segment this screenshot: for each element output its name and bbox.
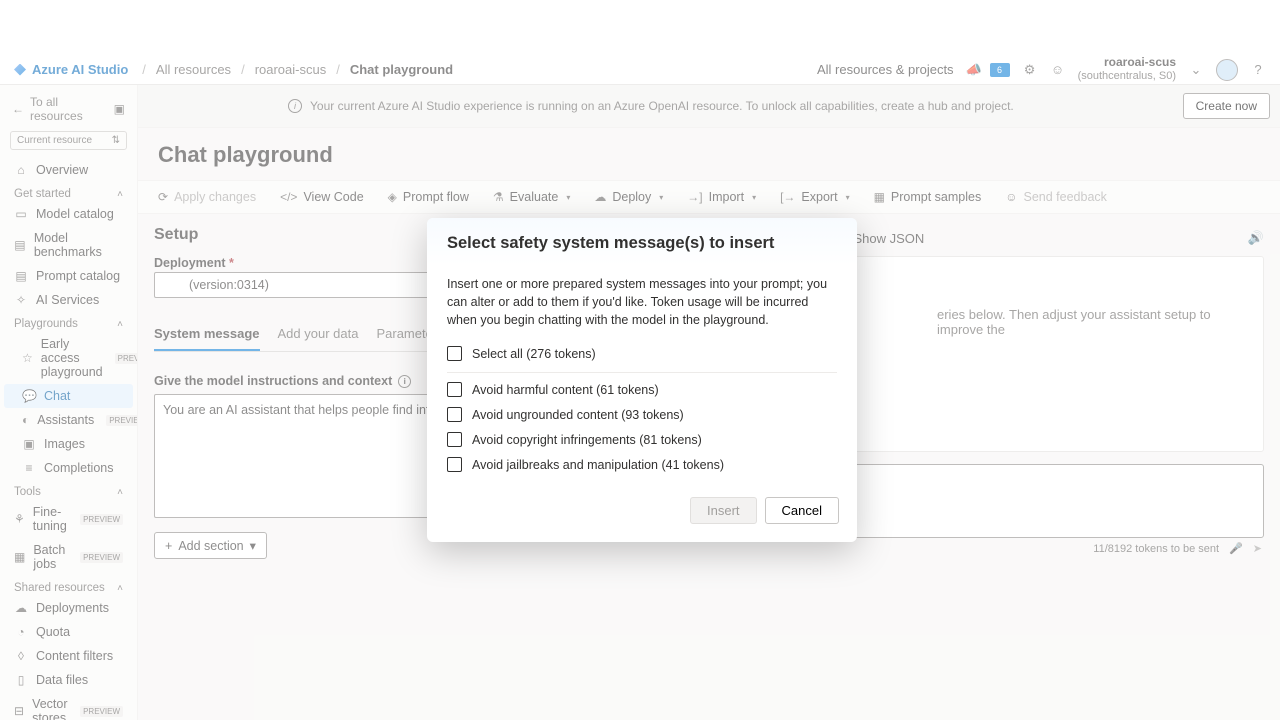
option-jailbreak[interactable]: Avoid jailbreaks and manipulation (41 to… — [447, 452, 837, 477]
label: Avoid jailbreaks and manipulation (41 to… — [472, 458, 724, 472]
checkbox[interactable] — [447, 346, 462, 361]
select-all-label: Select all (276 tokens) — [472, 347, 596, 361]
safety-messages-modal: Select safety system message(s) to inser… — [427, 218, 857, 542]
option-ungrounded[interactable]: Avoid ungrounded content (93 tokens) — [447, 402, 837, 427]
checkbox[interactable] — [447, 432, 462, 447]
checkbox[interactable] — [447, 382, 462, 397]
modal-title: Select safety system message(s) to inser… — [447, 234, 837, 253]
checkbox[interactable] — [447, 457, 462, 472]
option-copyright[interactable]: Avoid copyright infringements (81 tokens… — [447, 427, 837, 452]
modal-description: Insert one or more prepared system messa… — [447, 275, 837, 329]
checkbox[interactable] — [447, 407, 462, 422]
label: Avoid ungrounded content (93 tokens) — [472, 408, 684, 422]
label: Avoid copyright infringements (81 tokens… — [472, 433, 702, 447]
insert-button[interactable]: Insert — [690, 497, 757, 524]
select-all-row[interactable]: Select all (276 tokens) — [447, 341, 837, 366]
label: Avoid harmful content (61 tokens) — [472, 383, 659, 397]
modal-footer: Insert Cancel — [427, 483, 857, 542]
modal-header: Select safety system message(s) to inser… — [427, 218, 857, 265]
option-harmful[interactable]: Avoid harmful content (61 tokens) — [447, 377, 837, 402]
cancel-button[interactable]: Cancel — [765, 497, 839, 524]
modal-body: Insert one or more prepared system messa… — [427, 265, 857, 483]
divider — [447, 372, 837, 373]
